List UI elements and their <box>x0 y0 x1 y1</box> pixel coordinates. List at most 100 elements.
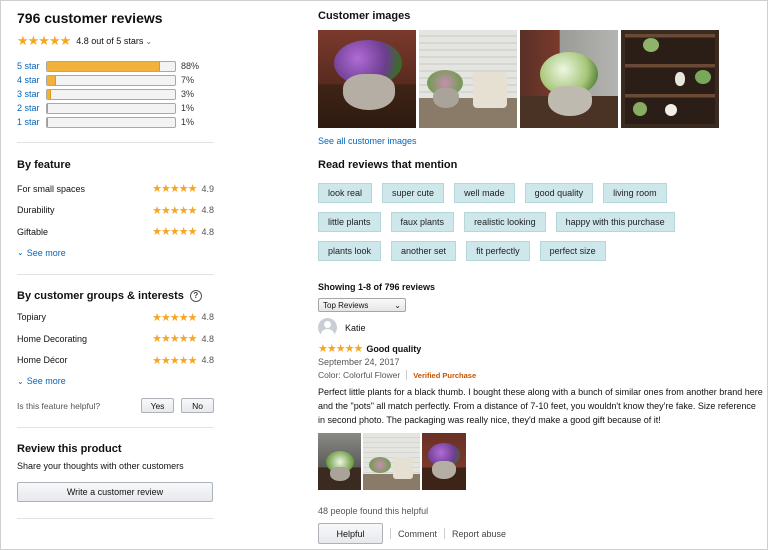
feature-name: Giftable <box>17 226 49 237</box>
star-icon: ★★★★★ <box>318 343 363 355</box>
feature-row: Giftable ★★★★★ 4.8 <box>17 221 214 243</box>
sort-dropdown[interactable]: Top Reviews ⌄ <box>318 298 406 312</box>
review-product-subtitle: Share your thoughts with other customers <box>17 461 184 471</box>
groups-title: By customer groups & interests <box>17 289 184 302</box>
histogram-percent: 3% <box>181 89 195 99</box>
histogram-row-3[interactable]: 3 star 3% <box>17 87 214 101</box>
review-title-row: ★★★★★ Good quality <box>318 342 758 355</box>
histogram-fill <box>47 75 56 85</box>
histogram-bar[interactable] <box>46 116 176 128</box>
mention-chip[interactable]: look real <box>318 183 373 203</box>
mention-chip[interactable]: plants look <box>318 241 382 261</box>
plant-shape <box>643 38 659 52</box>
pot-shape <box>343 74 395 110</box>
histogram-label[interactable]: 2 star <box>17 103 46 113</box>
review-date: September 24, 2017 <box>318 357 400 367</box>
review-title[interactable]: Good quality <box>366 344 421 354</box>
mention-chip[interactable]: another set <box>391 241 457 261</box>
pot-shape <box>432 461 456 479</box>
histogram-bar[interactable] <box>46 74 176 86</box>
no-button[interactable]: No <box>181 398 214 413</box>
histogram-row-5[interactable]: 5 star 88% <box>17 59 214 73</box>
mention-chip[interactable]: happy with this purchase <box>555 212 675 232</box>
mention-chip[interactable]: fit perfectly <box>466 241 530 261</box>
histogram-row-4[interactable]: 4 star 7% <box>17 73 214 87</box>
pot-shape <box>330 467 350 481</box>
avatar-icon <box>318 318 337 337</box>
reviews-count-title: 796 customer reviews <box>17 10 163 26</box>
chevron-down-icon: ⌄ <box>145 36 153 46</box>
yes-button[interactable]: Yes <box>141 398 174 413</box>
overall-rating-text: 4.8 out of 5 stars <box>76 36 144 46</box>
verified-purchase-badge: Verified Purchase <box>413 370 477 380</box>
help-circle-icon[interactable]: ? <box>189 289 202 302</box>
feature-row: Durability ★★★★★ 4.8 <box>17 200 214 222</box>
mention-chip[interactable]: faux plants <box>390 212 455 232</box>
see-all-images-link[interactable]: See all customer images <box>318 136 758 146</box>
mention-chips: look real super cute well made good qual… <box>318 183 688 261</box>
group-row: Home Décor ★★★★★ 4.8 <box>17 350 214 372</box>
chevron-down-icon: ⌄ <box>17 248 24 257</box>
histogram-bar[interactable] <box>46 102 176 114</box>
histogram-label[interactable]: 3 star <box>17 89 46 99</box>
customer-image[interactable] <box>419 30 517 128</box>
mention-chip[interactable]: good quality <box>524 183 594 203</box>
see-more-label: See more <box>26 247 66 258</box>
pot-shape <box>433 88 459 108</box>
write-review-button[interactable]: Write a customer review <box>17 482 213 502</box>
see-more-features-link[interactable]: ⌄ See more <box>17 248 214 258</box>
group-rating: 4.8 <box>201 355 214 366</box>
histogram-row-1[interactable]: 1 star 1% <box>17 115 214 129</box>
histogram-row-2[interactable]: 2 star 1% <box>17 101 214 115</box>
feature-helpful-row: Is this feature helpful? Yes No <box>17 398 214 413</box>
mention-chip[interactable]: well made <box>454 183 515 203</box>
histogram-percent: 7% <box>181 75 195 85</box>
plant-shape <box>369 457 391 473</box>
mention-chip[interactable]: super cute <box>382 183 445 203</box>
customer-image[interactable] <box>318 30 416 128</box>
mention-chip[interactable]: realistic looking <box>464 212 546 232</box>
mention-chip[interactable]: perfect size <box>539 241 606 261</box>
histogram-label[interactable]: 4 star <box>17 75 46 85</box>
divider <box>444 528 446 539</box>
feature-name: Durability <box>17 205 55 216</box>
review-color: Color: Colorful Flower <box>318 370 401 380</box>
overall-stars-icon: ★★★★★ <box>17 33 71 48</box>
customer-images-title: Customer images <box>318 10 411 22</box>
mention-chip[interactable]: little plants <box>318 212 381 232</box>
chevron-down-icon: ⌄ <box>17 376 24 386</box>
helpful-button[interactable]: Helpful <box>318 523 383 544</box>
divider <box>17 518 214 519</box>
star-icon: ★★★★★ <box>152 204 197 217</box>
customer-image[interactable] <box>621 30 719 128</box>
reviewer-profile[interactable]: Katie <box>318 318 758 337</box>
group-rating: 4.8 <box>201 333 214 344</box>
feature-row: For small spaces ★★★★★ 4.9 <box>17 178 214 200</box>
plant-shape <box>695 70 711 84</box>
comment-link[interactable]: Comment <box>398 529 437 539</box>
overall-rating[interactable]: ★★★★★ 4.8 out of 5 stars ⌄ <box>17 33 214 49</box>
mention-chip[interactable]: living room <box>603 183 667 203</box>
review-image[interactable] <box>318 433 361 490</box>
review-actions: Helpful Comment Report abuse <box>318 523 758 544</box>
histogram-bar[interactable] <box>46 60 176 72</box>
histogram-label[interactable]: 1 star <box>17 117 46 127</box>
histogram-fill <box>47 103 49 113</box>
histogram-label[interactable]: 5 star <box>17 61 46 71</box>
review-meta: Color: Colorful Flower Verified Purchase <box>318 370 758 380</box>
histogram-bar[interactable] <box>46 88 176 100</box>
feature-rating: 4.9 <box>201 183 214 194</box>
see-more-groups-link[interactable]: ⌄ See more <box>17 376 214 386</box>
customer-image[interactable] <box>520 30 618 128</box>
group-name: Home Decorating <box>17 333 88 344</box>
group-name: Home Décor <box>17 355 68 366</box>
divider <box>17 427 214 428</box>
review-image[interactable] <box>363 433 420 490</box>
report-abuse-link[interactable]: Report abuse <box>452 529 506 539</box>
review-product-title: Review this product <box>17 443 122 455</box>
star-icon: ★★★★★ <box>152 333 197 346</box>
histogram-fill <box>47 117 49 127</box>
left-column: 796 customer reviews ★★★★★ 4.8 out of 5 … <box>17 10 214 519</box>
see-more-label: See more <box>26 376 66 386</box>
review-image[interactable] <box>422 433 466 490</box>
